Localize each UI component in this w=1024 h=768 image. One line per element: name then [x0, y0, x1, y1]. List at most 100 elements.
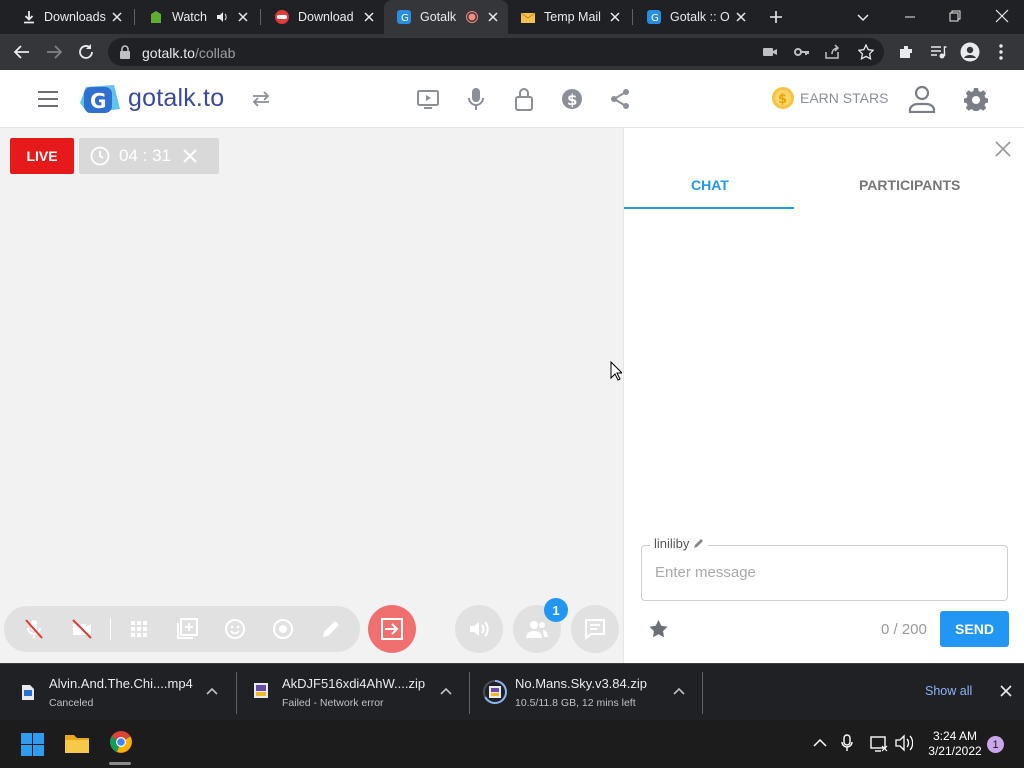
- tab-title: Watch: [172, 10, 207, 24]
- tab-watch[interactable]: Watch: [136, 0, 258, 34]
- forward-icon[interactable]: [45, 43, 63, 61]
- system-clock[interactable]: 3:24 AM 3/21/2022: [920, 729, 990, 759]
- microphone-icon[interactable]: [467, 87, 485, 111]
- key-icon[interactable]: [794, 45, 810, 59]
- star-favorite-icon[interactable]: [649, 620, 668, 638]
- close-tab-icon[interactable]: [236, 10, 250, 24]
- minimize-icon[interactable]: [902, 9, 918, 25]
- tab-title: Gotalk :: O: [670, 10, 730, 24]
- media-control-icon[interactable]: [929, 43, 947, 61]
- tab-gotalk-active[interactable]: G Gotalk: [384, 0, 508, 34]
- edit-pencil-icon[interactable]: [693, 538, 704, 549]
- chevron-up-icon[interactable]: [673, 686, 685, 696]
- restore-icon[interactable]: [947, 8, 963, 24]
- emoji-icon[interactable]: [222, 616, 248, 642]
- close-tab-icon[interactable]: [734, 10, 748, 24]
- user-account-icon[interactable]: [907, 85, 937, 113]
- screen-share-icon[interactable]: [416, 88, 440, 110]
- close-tab-icon[interactable]: [486, 10, 500, 24]
- add-screen-icon[interactable]: [174, 616, 200, 642]
- tab-gotalk-2[interactable]: G Gotalk :: O: [634, 0, 756, 34]
- reload-icon[interactable]: [77, 43, 95, 61]
- swap-arrows-icon[interactable]: [251, 91, 271, 107]
- file-explorer-icon[interactable]: [64, 732, 90, 754]
- username-label[interactable]: liniliby: [650, 536, 709, 551]
- close-tab-icon[interactable]: [110, 10, 124, 24]
- video-stage: LIVE 04 : 31 1: [0, 128, 623, 663]
- audio-playing-icon[interactable]: [216, 11, 228, 23]
- browser-menu-icon[interactable]: [997, 43, 1005, 61]
- record-icon[interactable]: [270, 616, 296, 642]
- download-item-in-progress[interactable]: No.Mans.Sky.v3.84.zip 10.5/11.8 GB, 12 m…: [470, 664, 702, 721]
- download-progress-ring-icon: [482, 679, 508, 705]
- send-button[interactable]: SEND: [940, 611, 1009, 647]
- camera-off-icon[interactable]: [69, 616, 95, 642]
- windows-start-icon[interactable]: [21, 733, 44, 756]
- close-panel-icon[interactable]: [995, 141, 1011, 157]
- downloads-bar: Alvin.And.The.Chi....mp4 Canceled AkDJF5…: [0, 663, 1024, 720]
- tab-search-chevron-icon[interactable]: [855, 9, 871, 25]
- chat-toggle-button[interactable]: [571, 605, 619, 653]
- grid-layout-icon[interactable]: [126, 616, 152, 642]
- mic-off-icon[interactable]: [21, 616, 47, 642]
- participants-count-badge: 1: [544, 598, 568, 622]
- bookmark-star-icon[interactable]: [858, 44, 874, 60]
- extensions-icon[interactable]: [897, 43, 915, 61]
- clock-icon: [90, 146, 110, 166]
- message-input[interactable]: [655, 564, 995, 581]
- address-bar[interactable]: gotalk.to/collab: [108, 38, 884, 66]
- close-tab-icon[interactable]: [608, 10, 622, 24]
- download-status: Failed - Network error: [282, 697, 384, 709]
- close-tab-icon[interactable]: [362, 10, 376, 24]
- gotalk-logo-icon[interactable]: G: [76, 83, 124, 115]
- volume-tray-icon[interactable]: [895, 734, 913, 752]
- tab-title: Temp Mail: [544, 10, 601, 24]
- earn-stars-button[interactable]: $ EARN STARS: [771, 86, 888, 110]
- share-icon[interactable]: [609, 88, 631, 110]
- settings-gear-icon[interactable]: [964, 87, 988, 111]
- download-icon: [22, 10, 36, 24]
- download-item[interactable]: Alvin.And.The.Chi....mp4 Canceled: [0, 664, 236, 721]
- volume-button[interactable]: [455, 605, 503, 653]
- share-page-icon[interactable]: [824, 44, 840, 60]
- back-icon[interactable]: [13, 43, 31, 61]
- window-close-icon[interactable]: [994, 8, 1010, 24]
- site-header: G gotalk.to $ $ EARN STARS: [0, 70, 1024, 128]
- tray-microphone-icon[interactable]: [841, 734, 853, 752]
- url-text[interactable]: gotalk.to/collab: [142, 45, 235, 61]
- pencil-draw-icon[interactable]: [318, 616, 344, 642]
- download-status: 10.5/11.8 GB, 12 mins left: [515, 697, 636, 709]
- lock-icon[interactable]: [119, 45, 131, 59]
- logo-text[interactable]: gotalk.to: [128, 84, 224, 113]
- tab-participants[interactable]: PARTICIPANTS: [859, 177, 960, 193]
- browser-tab-strip: Downloads Watch Download G Gotalk Temp M…: [0, 0, 1024, 34]
- notification-badge[interactable]: 1: [987, 736, 1004, 753]
- tab-chat[interactable]: CHAT: [691, 177, 729, 193]
- tab-download[interactable]: Download: [262, 0, 384, 34]
- site-favicon: [148, 9, 164, 25]
- tab-downloads[interactable]: Downloads: [10, 0, 132, 34]
- profile-icon[interactable]: [960, 42, 980, 62]
- dollar-coin-icon[interactable]: $: [561, 88, 583, 110]
- chevron-up-icon[interactable]: [440, 686, 452, 696]
- padlock-icon[interactable]: [514, 87, 534, 111]
- close-timer-icon[interactable]: [183, 149, 197, 163]
- live-badge: LIVE: [10, 138, 74, 174]
- network-icon[interactable]: [870, 734, 888, 752]
- chrome-icon[interactable]: [109, 730, 133, 754]
- leave-session-button[interactable]: [368, 605, 416, 653]
- tray-overflow-chevron-icon[interactable]: [813, 738, 827, 748]
- tab-temp-mail[interactable]: Temp Mail: [508, 0, 630, 34]
- hamburger-menu-icon[interactable]: [37, 90, 59, 108]
- show-all-downloads-link[interactable]: Show all: [925, 684, 972, 698]
- star-coin-icon: $: [771, 86, 795, 110]
- new-tab-icon[interactable]: [768, 9, 784, 25]
- camera-in-use-icon[interactable]: [762, 45, 778, 59]
- close-downloads-bar-icon[interactable]: [1000, 685, 1012, 697]
- timer-value: 04 : 31: [119, 146, 171, 165]
- mail-favicon: [520, 9, 536, 25]
- chevron-up-icon[interactable]: [206, 686, 218, 696]
- download-item[interactable]: AkDJF516xdi4AhW....zip Failed - Network …: [237, 664, 469, 721]
- download-name: No.Mans.Sky.v3.84.zip: [515, 676, 647, 691]
- clock-time: 3:24 AM: [932, 729, 978, 743]
